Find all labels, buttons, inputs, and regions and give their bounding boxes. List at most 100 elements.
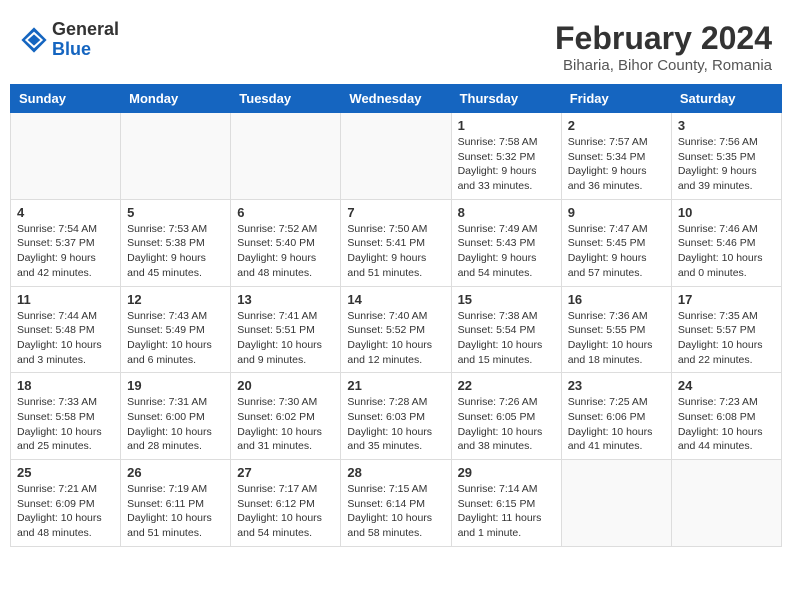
month-title: February 2024 [555,20,772,57]
calendar-cell: 29Sunrise: 7:14 AM Sunset: 6:15 PM Dayli… [451,460,561,547]
day-info: Sunrise: 7:28 AM Sunset: 6:03 PM Dayligh… [347,395,444,454]
calendar-cell: 19Sunrise: 7:31 AM Sunset: 6:00 PM Dayli… [121,373,231,460]
day-info: Sunrise: 7:46 AM Sunset: 5:46 PM Dayligh… [678,222,775,281]
day-number: 9 [568,205,665,220]
day-number: 2 [568,118,665,133]
calendar-cell: 1 Sunrise: 7:58 AM Sunset: 5:32 PM Daylig… [451,113,561,200]
day-number: 4 [17,205,114,220]
calendar-cell: 20Sunrise: 7:30 AM Sunset: 6:02 PM Dayli… [231,373,341,460]
day-info: Sunrise: 7:30 AM Sunset: 6:02 PM Dayligh… [237,395,334,454]
day-info: Sunrise: 7:38 AM Sunset: 5:54 PM Dayligh… [458,309,555,368]
day-info: Sunrise: 7:56 AM Sunset: 5:35 PM Dayligh… [678,135,775,194]
day-number: 10 [678,205,775,220]
calendar-week-3: 11 Sunrise: 7:44 AM Sunset: 5:48 PM Dayli… [11,286,782,373]
day-number: 24 [678,378,775,393]
day-number: 5 [127,205,224,220]
day-number: 7 [347,205,444,220]
calendar-cell: 14Sunrise: 7:40 AM Sunset: 5:52 PM Dayli… [341,286,451,373]
calendar-cell: 25 Sunrise: 7:21 AM Sunset: 6:09 PM Dayli… [11,460,121,547]
calendar-cell: 8 Sunrise: 7:49 AM Sunset: 5:43 PM Daylig… [451,199,561,286]
day-info: Sunrise: 7:52 AM Sunset: 5:40 PM Dayligh… [237,222,334,281]
day-info: Sunrise: 7:58 AM Sunset: 5:32 PM Dayligh… [458,135,555,194]
day-number: 11 [17,292,114,307]
calendar-cell: 21 Sunrise: 7:28 AM Sunset: 6:03 PM Dayli… [341,373,451,460]
day-info: Sunrise: 7:50 AM Sunset: 5:41 PM Dayligh… [347,222,444,281]
calendar-cell: 16 Sunrise: 7:36 AM Sunset: 5:55 PM Dayli… [561,286,671,373]
calendar-cell: 23 Sunrise: 7:25 AM Sunset: 6:06 PM Dayli… [561,373,671,460]
calendar-cell: 26Sunrise: 7:19 AM Sunset: 6:11 PM Dayli… [121,460,231,547]
day-info: Sunrise: 7:26 AM Sunset: 6:05 PM Dayligh… [458,395,555,454]
calendar-cell [341,113,451,200]
day-info: Sunrise: 7:40 AM Sunset: 5:52 PM Dayligh… [347,309,444,368]
day-info: Sunrise: 7:31 AM Sunset: 6:00 PM Dayligh… [127,395,224,454]
day-info: Sunrise: 7:49 AM Sunset: 5:43 PM Dayligh… [458,222,555,281]
day-info: Sunrise: 7:47 AM Sunset: 5:45 PM Dayligh… [568,222,665,281]
day-info: Sunrise: 7:53 AM Sunset: 5:38 PM Dayligh… [127,222,224,281]
day-number: 15 [458,292,555,307]
day-number: 23 [568,378,665,393]
calendar-cell: 11 Sunrise: 7:44 AM Sunset: 5:48 PM Dayli… [11,286,121,373]
day-info: Sunrise: 7:54 AM Sunset: 5:37 PM Dayligh… [17,222,114,281]
day-info: Sunrise: 7:57 AM Sunset: 5:34 PM Dayligh… [568,135,665,194]
calendar-week-4: 18Sunrise: 7:33 AM Sunset: 5:58 PM Dayli… [11,373,782,460]
location-text: Biharia, Bihor County, Romania [555,57,772,74]
day-info: Sunrise: 7:23 AM Sunset: 6:08 PM Dayligh… [678,395,775,454]
day-info: Sunrise: 7:44 AM Sunset: 5:48 PM Dayligh… [17,309,114,368]
day-number: 16 [568,292,665,307]
calendar-cell: 18Sunrise: 7:33 AM Sunset: 5:58 PM Dayli… [11,373,121,460]
calendar-cell [231,113,341,200]
logo-text: General Blue [52,20,119,60]
day-number: 27 [237,465,334,480]
day-number: 8 [458,205,555,220]
calendar-header-row: SundayMondayTuesdayWednesdayThursdayFrid… [11,85,782,113]
calendar-cell: 17Sunrise: 7:35 AM Sunset: 5:57 PM Dayli… [671,286,781,373]
page-header: General Blue February 2024 Biharia, Biho… [10,10,782,79]
title-section: February 2024 Biharia, Bihor County, Rom… [555,20,772,74]
day-info: Sunrise: 7:21 AM Sunset: 6:09 PM Dayligh… [17,482,114,541]
calendar-cell [671,460,781,547]
calendar-cell: 3 Sunrise: 7:56 AM Sunset: 5:35 PM Daylig… [671,113,781,200]
day-info: Sunrise: 7:43 AM Sunset: 5:49 PM Dayligh… [127,309,224,368]
day-number: 26 [127,465,224,480]
calendar-cell: 15 Sunrise: 7:38 AM Sunset: 5:54 PM Dayli… [451,286,561,373]
day-info: Sunrise: 7:36 AM Sunset: 5:55 PM Dayligh… [568,309,665,368]
col-header-sunday: Sunday [11,85,121,113]
col-header-saturday: Saturday [671,85,781,113]
day-info: Sunrise: 7:17 AM Sunset: 6:12 PM Dayligh… [237,482,334,541]
day-number: 1 [458,118,555,133]
day-info: Sunrise: 7:15 AM Sunset: 6:14 PM Dayligh… [347,482,444,541]
day-number: 25 [17,465,114,480]
day-number: 22 [458,378,555,393]
logo-general-text: General [52,19,119,39]
calendar-cell: 2 Sunrise: 7:57 AM Sunset: 5:34 PM Daylig… [561,113,671,200]
calendar-cell: 10 Sunrise: 7:46 AM Sunset: 5:46 PM Dayli… [671,199,781,286]
day-number: 12 [127,292,224,307]
calendar-cell: 6Sunrise: 7:52 AM Sunset: 5:40 PM Daylig… [231,199,341,286]
logo-blue-text: Blue [52,39,91,59]
calendar-cell [561,460,671,547]
calendar-cell: 27 Sunrise: 7:17 AM Sunset: 6:12 PM Dayli… [231,460,341,547]
calendar-table: SundayMondayTuesdayWednesdayThursdayFrid… [10,84,782,547]
calendar-cell: 28Sunrise: 7:15 AM Sunset: 6:14 PM Dayli… [341,460,451,547]
day-number: 21 [347,378,444,393]
col-header-friday: Friday [561,85,671,113]
day-info: Sunrise: 7:41 AM Sunset: 5:51 PM Dayligh… [237,309,334,368]
calendar-week-1: 1 Sunrise: 7:58 AM Sunset: 5:32 PM Daylig… [11,113,782,200]
calendar-cell: 4 Sunrise: 7:54 AM Sunset: 5:37 PM Daylig… [11,199,121,286]
calendar-cell: 7 Sunrise: 7:50 AM Sunset: 5:41 PM Daylig… [341,199,451,286]
col-header-thursday: Thursday [451,85,561,113]
calendar-cell [11,113,121,200]
day-number: 18 [17,378,114,393]
day-info: Sunrise: 7:25 AM Sunset: 6:06 PM Dayligh… [568,395,665,454]
calendar-cell [121,113,231,200]
col-header-wednesday: Wednesday [341,85,451,113]
calendar-cell: 5 Sunrise: 7:53 AM Sunset: 5:38 PM Daylig… [121,199,231,286]
logo-icon [20,26,48,54]
day-info: Sunrise: 7:14 AM Sunset: 6:15 PM Dayligh… [458,482,555,541]
calendar-cell: 24 Sunrise: 7:23 AM Sunset: 6:08 PM Dayli… [671,373,781,460]
calendar-cell: 22 Sunrise: 7:26 AM Sunset: 6:05 PM Dayli… [451,373,561,460]
logo: General Blue [20,20,119,60]
calendar-week-5: 25 Sunrise: 7:21 AM Sunset: 6:09 PM Dayli… [11,460,782,547]
calendar-cell: 13Sunrise: 7:41 AM Sunset: 5:51 PM Dayli… [231,286,341,373]
day-number: 3 [678,118,775,133]
